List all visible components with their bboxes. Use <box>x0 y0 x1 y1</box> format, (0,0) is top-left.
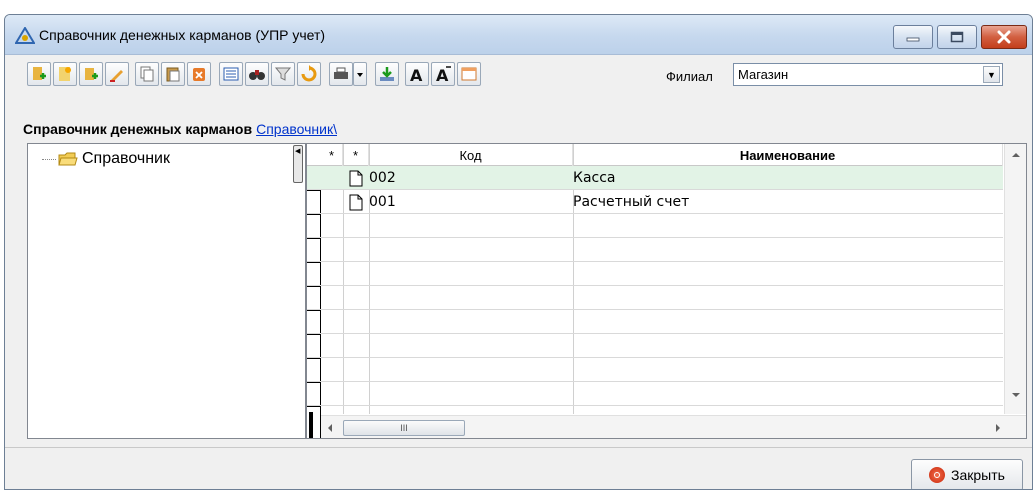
header-mark-1[interactable]: * <box>321 144 343 166</box>
breadcrumb: Справочник денежных карманов Справочник\ <box>23 121 337 137</box>
filial-value: Магазин <box>738 67 789 82</box>
footer-divider <box>5 447 1032 448</box>
breadcrumb-link[interactable]: Справочник\ <box>256 121 337 137</box>
add-group-icon <box>85 68 98 80</box>
copy-icon <box>140 66 154 82</box>
print-dropdown-button[interactable] <box>353 62 367 86</box>
delete-button[interactable] <box>187 62 211 86</box>
add-new-button[interactable] <box>53 62 77 86</box>
font-decrease-icon: A <box>436 66 451 83</box>
refresh-button[interactable] <box>297 62 321 86</box>
app-window: Справочник денежных карманов (УПР учет) <box>4 14 1033 490</box>
scroll-left-icon[interactable] <box>327 423 333 433</box>
empty-row <box>307 310 1003 334</box>
tree-panel: Справочник <box>27 143 306 439</box>
header-mark-2[interactable]: * <box>343 144 369 166</box>
horizontal-scrollbar[interactable]: III <box>321 415 1026 438</box>
font-increase-button[interactable]: A <box>405 62 429 86</box>
window-layout-icon <box>461 67 477 81</box>
app-icon <box>15 27 35 44</box>
cell-name: Расчетный счет <box>573 194 690 210</box>
window-title: Справочник денежных карманов (УПР учет) <box>39 27 326 43</box>
pencil-icon <box>110 70 123 82</box>
horizontal-scroll-thumb[interactable]: III <box>343 420 465 436</box>
add-record-button[interactable] <box>27 62 51 86</box>
copy-button[interactable] <box>135 62 159 86</box>
edit-button[interactable] <box>105 62 129 86</box>
filter-button[interactable] <box>271 62 295 86</box>
scroll-down-icon[interactable] <box>1011 392 1021 398</box>
empty-row <box>307 358 1003 382</box>
panel-splitter[interactable]: ◀ <box>293 145 303 183</box>
tree-node-label: Справочник <box>82 150 170 167</box>
breadcrumb-title: Справочник денежных карманов <box>23 121 253 137</box>
data-grid: * * Код Наименование 002 Касса 001 Расче… <box>306 143 1027 439</box>
folder-icon <box>58 152 78 166</box>
close-button-label: Закрыть <box>951 467 1005 483</box>
font-decrease-button[interactable]: A <box>431 62 455 86</box>
layout-button[interactable] <box>457 62 481 86</box>
close-button[interactable]: Закрыть <box>911 459 1023 489</box>
filial-select[interactable]: Магазин ▼ <box>733 63 1003 86</box>
toolbar: A A Филиал Магазин ▼ <box>5 56 1032 90</box>
add-group-button[interactable] <box>79 62 103 86</box>
empty-row <box>307 286 1003 310</box>
svg-text:A: A <box>436 66 449 83</box>
collapse-icon: ◀ <box>295 148 301 155</box>
refresh-icon <box>301 65 317 82</box>
add-record-icon <box>33 67 46 80</box>
printer-icon <box>334 67 348 79</box>
title-bar: Справочник денежных карманов (УПР учет) <box>5 15 1032 55</box>
table-row[interactable]: 002 Касса <box>307 166 1003 190</box>
download-icon <box>380 67 394 81</box>
document-icon <box>349 190 363 214</box>
maximize-button[interactable] <box>937 25 977 49</box>
font-increase-icon: A <box>410 66 423 83</box>
close-circle-icon <box>929 467 946 483</box>
scroll-up-icon[interactable] <box>1011 152 1021 158</box>
close-icon <box>997 30 1011 44</box>
header-code[interactable]: Код <box>369 144 573 166</box>
svg-text:A: A <box>410 66 423 83</box>
minimize-icon <box>906 37 920 42</box>
header-name[interactable]: Наименование <box>573 144 1003 166</box>
export-button[interactable] <box>375 62 399 86</box>
document-icon <box>349 166 363 190</box>
empty-row <box>307 238 1003 262</box>
filial-label: Филиал <box>666 69 713 84</box>
paste-icon <box>166 67 180 82</box>
chevron-down-icon[interactable]: ▼ <box>983 66 1000 83</box>
paste-button[interactable] <box>161 62 185 86</box>
filter-icon <box>274 67 292 81</box>
cell-name: Касса <box>573 170 616 186</box>
vertical-scrollbar[interactable] <box>1004 144 1026 414</box>
cell-code: 001 <box>369 194 396 210</box>
empty-row <box>307 334 1003 358</box>
empty-row <box>307 214 1003 238</box>
close-window-button[interactable] <box>981 25 1027 49</box>
tree-node-root[interactable]: Справочник <box>42 148 170 170</box>
scroll-right-icon[interactable] <box>995 423 1001 433</box>
table-row[interactable]: 001 Расчетный счет <box>307 190 1003 214</box>
empty-row <box>307 382 1003 406</box>
minimize-button[interactable] <box>893 25 933 49</box>
list-icon <box>223 67 239 81</box>
find-button[interactable] <box>245 62 269 86</box>
empty-row <box>307 262 1003 286</box>
list-view-button[interactable] <box>219 62 243 86</box>
new-star-icon <box>59 67 71 81</box>
chevron-down-icon <box>357 73 363 77</box>
delete-icon <box>193 68 205 81</box>
maximize-icon <box>950 31 964 43</box>
cell-code: 002 <box>369 170 396 186</box>
binoculars-icon <box>249 70 265 80</box>
print-button[interactable] <box>329 62 353 86</box>
grid-header: * * Код Наименование <box>307 144 1003 166</box>
